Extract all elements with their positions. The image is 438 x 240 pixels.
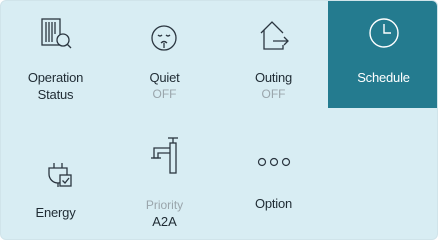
sleeping-face-icon [147,21,181,55]
tile-energy[interactable]: Energy [1,121,110,231]
more-dots-icon [257,156,291,168]
plug-check-icon [45,161,75,191]
schedule-label: Schedule [357,70,410,85]
energy-label: Energy [35,205,76,220]
tile-priority[interactable]: Priority A2A [110,121,219,231]
tile-operation-status[interactable]: Operation Status [1,1,110,108]
operation-status-label-line1: Operation [27,70,84,85]
control-panel: Operation Status Quiet OFF Outing OFF Sc… [0,0,438,240]
quiet-status: OFF [152,87,177,101]
house-exit-icon [257,17,293,53]
tile-option[interactable]: Option [219,121,328,231]
operation-status-label-line2: Status [37,87,74,102]
priority-value: A2A [152,214,177,229]
quiet-label: Quiet [149,70,180,85]
tile-outing[interactable]: Outing OFF [219,1,328,108]
tile-schedule[interactable]: Schedule [328,1,437,108]
document-search-icon [40,17,74,51]
faucet-icon [146,136,186,176]
outing-label: Outing [254,70,293,85]
clock-icon [367,16,401,50]
priority-label: Priority [145,198,184,212]
outing-status: OFF [261,87,286,101]
tile-quiet[interactable]: Quiet OFF [110,1,219,108]
option-label: Option [254,196,293,211]
